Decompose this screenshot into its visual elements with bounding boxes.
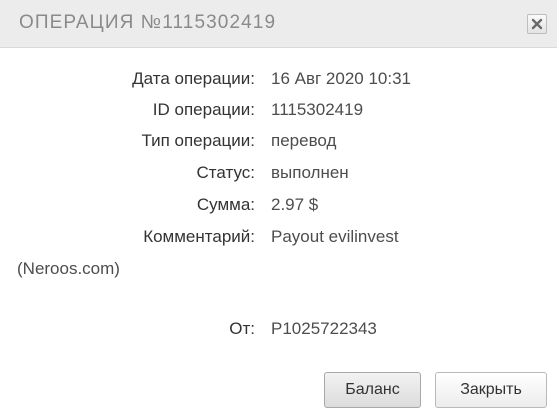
id-label: ID операции: <box>152 100 255 119</box>
amount-value: 2.97 $ <box>271 195 319 214</box>
balance-button[interactable]: Баланс <box>324 372 421 408</box>
comment-value-continuation: (Neroos.com) <box>17 259 120 278</box>
field-row-status: Статус: выполнен <box>0 161 557 185</box>
from-value: P1025722343 <box>271 319 377 338</box>
comment-label: Комментарий: <box>143 227 255 246</box>
field-row-amount: Сумма: 2.97 $ <box>0 193 557 217</box>
type-value: перевод <box>271 131 337 150</box>
date-label: Дата операции: <box>132 69 255 88</box>
field-row-from: От: P1025722343 <box>0 317 557 341</box>
status-label: Статус: <box>196 163 255 182</box>
amount-label: Сумма: <box>196 195 255 214</box>
field-row-type: Тип операции: перевод <box>0 129 557 153</box>
field-row-id: ID операции: 1115302419 <box>0 98 557 122</box>
close-button[interactable]: Закрыть <box>435 372 547 408</box>
close-x-icon[interactable] <box>527 14 547 34</box>
status-value: выполнен <box>271 163 349 182</box>
id-value: 1115302419 <box>271 100 364 119</box>
comment-value: Payout evilinvest <box>271 227 399 246</box>
date-value: 16 Авг 2020 10:31 <box>271 69 412 88</box>
from-label: От: <box>229 319 255 338</box>
field-row-date: Дата операции: 16 Авг 2020 10:31 <box>0 67 557 91</box>
dialog-header: ОПЕРАЦИЯ №1115302419 <box>0 0 557 48</box>
type-label: Тип операции: <box>141 131 255 150</box>
field-row-comment: Комментарий: Payout evilinvest <box>0 225 557 249</box>
dialog-title: ОПЕРАЦИЯ №1115302419 <box>19 12 277 33</box>
